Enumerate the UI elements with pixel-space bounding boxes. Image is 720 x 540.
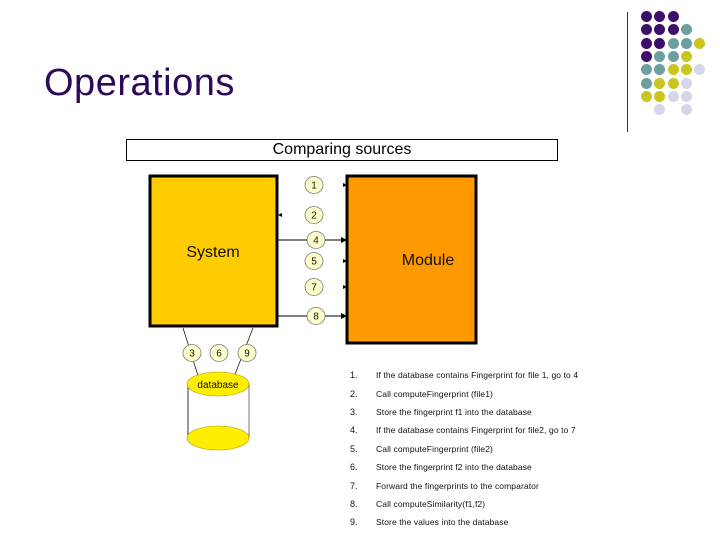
step-badge: 1 bbox=[304, 176, 324, 194]
step-badge-number: 7 bbox=[311, 283, 317, 294]
step-badge-number: 1 bbox=[311, 181, 317, 192]
step-badge-number: 8 bbox=[313, 312, 319, 323]
step-badge: 5 bbox=[304, 252, 324, 270]
arrow-stub-2 bbox=[278, 213, 282, 217]
module-label: Module bbox=[402, 252, 455, 269]
step-number: 7. bbox=[350, 480, 358, 491]
step-text: Call computeFingerprint (file1) bbox=[376, 388, 493, 399]
step-badge: 3 bbox=[182, 344, 202, 362]
step-text: Forward the fingerprints to the comparat… bbox=[376, 480, 539, 491]
database-label: database bbox=[197, 380, 239, 391]
step-badge: 2 bbox=[304, 206, 324, 224]
step-badge-number: 3 bbox=[189, 349, 195, 360]
step-badge: 4 bbox=[306, 231, 326, 249]
step-item: 6. Store the fingerprint f2 into the data… bbox=[350, 458, 578, 476]
step-item: 4. If the database contains Fingerprint f… bbox=[350, 421, 578, 439]
step-text: Store the values into the database bbox=[376, 517, 509, 528]
step-text: Call computeSimilarity(f1,f2) bbox=[376, 498, 486, 509]
step-number: 6. bbox=[350, 462, 358, 473]
step-text: Store the fingerprint f2 into the databa… bbox=[376, 462, 532, 473]
database-bottom bbox=[186, 425, 250, 451]
step-number: 9. bbox=[350, 517, 358, 528]
operation-steps-list: 1. If the database contains Fingerprint f… bbox=[350, 366, 578, 532]
step-item: 8. Call computeSimilarity(f1,f2) bbox=[350, 495, 578, 513]
system-label: System bbox=[186, 244, 239, 261]
step-badge-number: 5 bbox=[311, 257, 317, 268]
step-badge-number: 9 bbox=[244, 349, 250, 360]
step-number: 4. bbox=[350, 425, 358, 436]
step-item: 5. Call computeFingerprint (file2) bbox=[350, 440, 578, 458]
step-item: 2. Call computeFingerprint (file1) bbox=[350, 384, 578, 402]
step-badge-number: 2 bbox=[311, 211, 317, 222]
step-badge: 8 bbox=[306, 307, 326, 325]
step-badge: 9 bbox=[237, 344, 257, 362]
step-number: 1. bbox=[350, 370, 358, 381]
step-item: 3. Store the fingerprint f1 into the data… bbox=[350, 403, 578, 421]
step-badge: 6 bbox=[209, 344, 229, 362]
step-text: If the database contains Fingerprint for… bbox=[376, 425, 576, 436]
step-number: 8. bbox=[350, 498, 358, 509]
step-text: Store the fingerprint f1 into the databa… bbox=[376, 406, 532, 417]
step-item: 9. Store the values into the database bbox=[350, 513, 578, 531]
step-item: 1. If the database contains Fingerprint f… bbox=[350, 366, 578, 384]
step-item: 7. Forward the fingerprints to the compar… bbox=[350, 476, 578, 494]
step-number: 5. bbox=[350, 443, 358, 454]
step-number: 3. bbox=[350, 406, 358, 417]
step-badge: 7 bbox=[304, 278, 324, 296]
step-badge-number: 6 bbox=[216, 349, 222, 360]
step-text: Call computeFingerprint (file2) bbox=[376, 443, 493, 454]
step-number: 2. bbox=[350, 388, 358, 399]
step-text: If the database contains Fingerprint for… bbox=[376, 370, 579, 381]
step-badge-number: 4 bbox=[313, 236, 319, 247]
